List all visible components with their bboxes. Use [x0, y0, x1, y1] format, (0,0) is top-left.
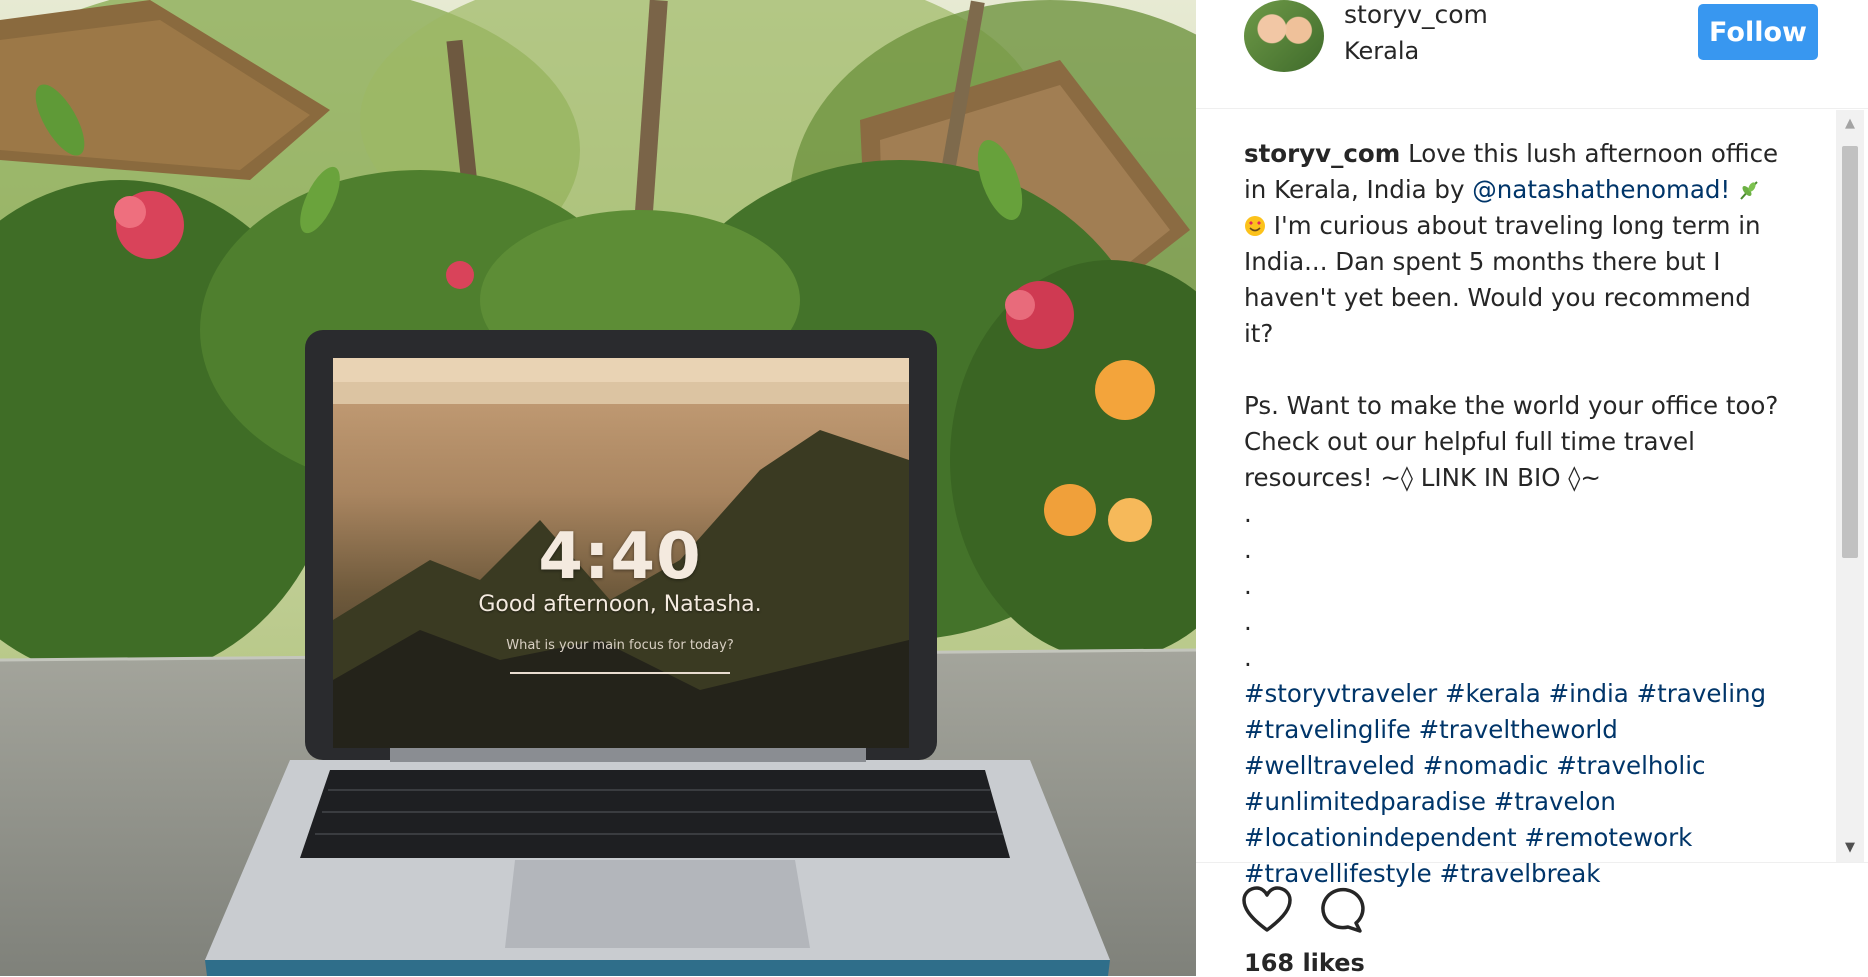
- caption-text-2: I'm curious about traveling long term in…: [1244, 211, 1761, 348]
- post-header: storyv_com Kerala Follow: [1196, 0, 1868, 109]
- caption-dot: .: [1244, 607, 1252, 636]
- caption-dot: .: [1244, 535, 1252, 564]
- photo-scene: [0, 0, 1196, 976]
- laptop-greeting: Good afternoon, Natasha.: [478, 592, 762, 617]
- post-photo: 4:40 Good afternoon, Natasha. What is yo…: [0, 0, 1196, 976]
- caption-scrollbar[interactable]: ▲ ▼: [1836, 110, 1864, 862]
- heart-eyes-emoji-icon: [1245, 216, 1265, 236]
- caption-dot: .: [1244, 643, 1252, 672]
- caption-hashtags[interactable]: #storyvtraveler #kerala #india #travelin…: [1244, 676, 1784, 892]
- caption-ps: Ps. Want to make the world your office t…: [1244, 391, 1779, 492]
- herb-emoji-icon: [1740, 181, 1758, 200]
- caption-mention[interactable]: @natashathenomad!: [1472, 175, 1730, 204]
- scroll-up-arrow-icon[interactable]: ▲: [1836, 110, 1864, 138]
- heart-icon: [1242, 886, 1292, 932]
- like-button[interactable]: [1240, 885, 1294, 935]
- post-username[interactable]: storyv_com: [1344, 0, 1488, 30]
- post-location[interactable]: Kerala: [1344, 36, 1419, 66]
- caption-username[interactable]: storyv_com: [1244, 139, 1400, 168]
- avatar[interactable]: [1244, 0, 1324, 72]
- caption-dot: .: [1244, 571, 1252, 600]
- post-actions: 168 likes: [1196, 862, 1868, 977]
- laptop-clock: 4:40: [538, 520, 702, 594]
- comment-button[interactable]: [1314, 885, 1368, 935]
- post-sidebar: storyv_com Kerala Follow storyv_com Love…: [1196, 0, 1868, 977]
- scroll-down-arrow-icon[interactable]: ▼: [1836, 834, 1864, 862]
- caption-dot: .: [1244, 499, 1252, 528]
- scroll-thumb[interactable]: [1842, 146, 1858, 558]
- follow-button[interactable]: Follow: [1698, 4, 1818, 60]
- laptop-focus-question: What is your main focus for today?: [506, 638, 734, 653]
- comment-icon: [1321, 887, 1365, 933]
- post-caption: storyv_com Love this lush afternoon offi…: [1244, 136, 1784, 892]
- likes-count[interactable]: 168 likes: [1244, 949, 1365, 977]
